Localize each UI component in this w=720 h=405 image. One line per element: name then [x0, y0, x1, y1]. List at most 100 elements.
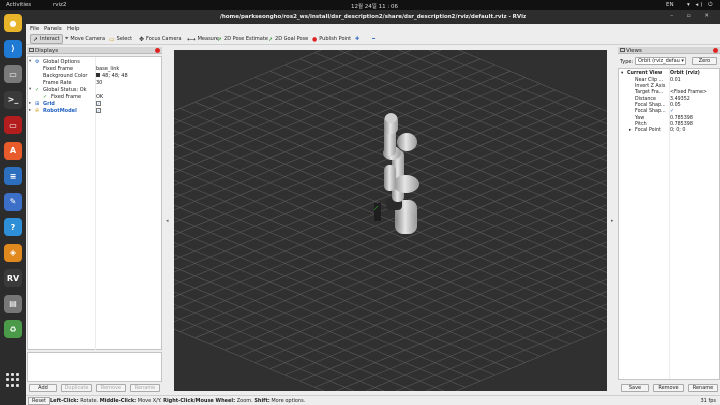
tree-row-grid[interactable]: ▸ ⊞ Grid ✓ [28, 100, 161, 107]
publish-point-tool[interactable]: ● Publish Point [310, 34, 353, 44]
move-camera-tool[interactable]: ⌖ Move Camera [63, 34, 107, 44]
expand-icon[interactable]: ▸ [29, 101, 31, 106]
dock-terminal-red-icon[interactable]: ▭ [4, 116, 22, 134]
grid-line [174, 89, 556, 248]
dock-terminal-icon[interactable]: >_ [4, 90, 22, 109]
color-swatch[interactable] [96, 73, 100, 77]
dock-drive-icon[interactable]: ▤ [4, 294, 22, 313]
tree-row-background-color[interactable]: Background Color 48; 48; 48 [28, 72, 161, 79]
collapse-icon[interactable]: ▾ [621, 71, 623, 76]
window-title: /home/parkseongho/ros2_ws/install/dsr_de… [219, 14, 527, 20]
activities-button[interactable]: Activities [6, 2, 31, 8]
expand-icon[interactable]: ▸ [29, 108, 31, 113]
reset-button[interactable]: Reset [28, 397, 50, 405]
tree-row-global-status[interactable]: ▾ ✓ Global Status: Ok [28, 86, 161, 93]
dock-text-editor-icon[interactable]: ≡ [4, 167, 22, 185]
tree-row-view-property[interactable]: Pitch 0.785398 [619, 122, 719, 128]
fps-counter: 31 fps [700, 398, 717, 404]
grid-line [254, 77, 607, 224]
remove-display-button[interactable]: Remove [96, 384, 126, 392]
tree-row-frame-rate[interactable]: Frame Rate 30 [28, 79, 161, 86]
dock-notes-icon[interactable]: ✎ [4, 192, 22, 211]
grid-line [174, 77, 526, 223]
dock-trash-icon[interactable]: ♻ [4, 320, 22, 338]
display-description-box [27, 352, 162, 382]
remove-tool-icon[interactable]: ━ [370, 34, 377, 44]
views-tree[interactable]: ▾ Current View Orbit (rviz) Near Clip ..… [618, 68, 720, 380]
check-icon: ✓ [43, 93, 48, 100]
dock-software-center-icon[interactable]: A [4, 141, 22, 160]
window-controls[interactable]: – ▫ ✕ [670, 13, 715, 19]
tree-row-fixed-frame[interactable]: Fixed Frame base_link [28, 65, 161, 72]
tree-row-focal-point[interactable]: ▸ Focal Point 0; 0; 0 [619, 128, 719, 134]
focus-camera-tool[interactable]: ✥ Focus Camera [137, 34, 184, 44]
focus-icon: ✥ [139, 35, 145, 43]
remove-view-button[interactable]: Remove [653, 384, 684, 392]
mouse-hint-text: Left-Click: Rotate. Middle-Click: Move X… [50, 398, 306, 404]
close-panel-icon[interactable] [713, 48, 718, 53]
tree-row-status-fixed-frame[interactable]: ✓ Fixed Frame OK [28, 93, 161, 100]
tree-row-robot-model[interactable]: ▸ ✇ RobotModel ✓ [28, 107, 161, 114]
rename-display-button[interactable]: Rename [130, 384, 160, 392]
collapse-right-panel-icon[interactable]: ▸ [611, 218, 614, 224]
menu-help[interactable]: Help [67, 26, 80, 32]
displays-tree[interactable]: ▾ ⚙ Global Options Fixed Frame base_link… [27, 56, 162, 351]
menu-file[interactable]: File [30, 26, 39, 32]
goal-pose-tool[interactable]: ➚ 2D Goal Pose [266, 34, 310, 44]
dock-layers-icon[interactable]: ◈ [4, 243, 22, 262]
show-apps-icon[interactable] [6, 373, 20, 387]
dock-files-icon[interactable]: ▭ [4, 65, 22, 83]
dock-vscode-icon[interactable]: ⟩ [4, 39, 22, 58]
dock-rviz-icon[interactable]: RV [4, 269, 22, 287]
grid-line [254, 216, 607, 363]
select-box-icon: ▭ [109, 35, 115, 43]
grid-line [299, 58, 607, 187]
system-top-bar: Activities rviz2 12월 24일 11 : 06 EN ▾ ◂)… [0, 0, 720, 10]
cursor-icon: ➚ [33, 35, 39, 43]
grid-line [174, 254, 481, 382]
close-panel-icon[interactable] [155, 48, 160, 53]
clock[interactable]: 12월 24일 11 : 06 [351, 2, 398, 10]
robotmodel-enabled-checkbox[interactable]: ✓ [96, 107, 101, 113]
grid-line [174, 192, 556, 351]
dock-help-icon[interactable]: ? [4, 218, 22, 236]
menu-panels[interactable]: Panels [44, 26, 62, 32]
tree-row-current-view[interactable]: ▾ Current View Orbit (rviz) [619, 71, 719, 77]
grid-line [314, 266, 607, 388]
rename-view-button[interactable]: Rename [688, 384, 718, 392]
views-title: Views [626, 47, 642, 54]
add-display-button[interactable]: Add [29, 384, 57, 392]
add-tool-icon[interactable]: ✚ [353, 34, 361, 44]
robot-flange [385, 113, 397, 123]
grid-display [174, 50, 607, 391]
save-view-button[interactable]: Save [621, 384, 649, 392]
3d-viewport[interactable] [174, 50, 607, 391]
interact-tool[interactable]: ➚ Interact [30, 34, 63, 44]
expand-icon[interactable]: ▸ [629, 128, 631, 133]
collapse-left-panel-icon[interactable]: ◂ [166, 218, 169, 224]
grid-line [174, 167, 586, 339]
system-status-icons[interactable]: ▾ ◂) ⏻ [687, 2, 715, 9]
grid-enabled-checkbox[interactable]: ✓ [96, 100, 101, 106]
input-language[interactable]: EN [666, 2, 674, 8]
view-type-select[interactable]: Orbit (rviz_defau ▾ [635, 57, 686, 65]
duplicate-display-button[interactable]: Duplicate [61, 384, 92, 392]
view-type-label: Type: [620, 59, 634, 65]
map-pin-icon: ● [312, 35, 318, 43]
robot-joint-2 [393, 175, 419, 193]
collapse-icon[interactable]: ▾ [29, 87, 31, 92]
window-title-bar: /home/parkseongho/ros2_ws/install/dsr_de… [26, 10, 720, 24]
robot-icon: ✇ [35, 107, 40, 114]
active-app-name[interactable]: rviz2 [53, 2, 66, 8]
grid-line [174, 217, 526, 363]
dock-chrome-icon[interactable]: ● [4, 14, 22, 32]
pose-estimate-tool[interactable]: ➚ 2D Pose Estimate [215, 34, 270, 44]
grid-line [174, 266, 466, 388]
tree-row-global-options[interactable]: ▾ ⚙ Global Options [28, 58, 161, 65]
views-panel-header: Views [618, 47, 720, 54]
collapse-icon[interactable]: ▾ [29, 59, 31, 64]
select-tool[interactable]: ▭ Select [107, 34, 134, 44]
grid-line [299, 253, 607, 382]
robot-joint-1 [396, 208, 416, 232]
zero-view-button[interactable]: Zero [692, 57, 717, 65]
